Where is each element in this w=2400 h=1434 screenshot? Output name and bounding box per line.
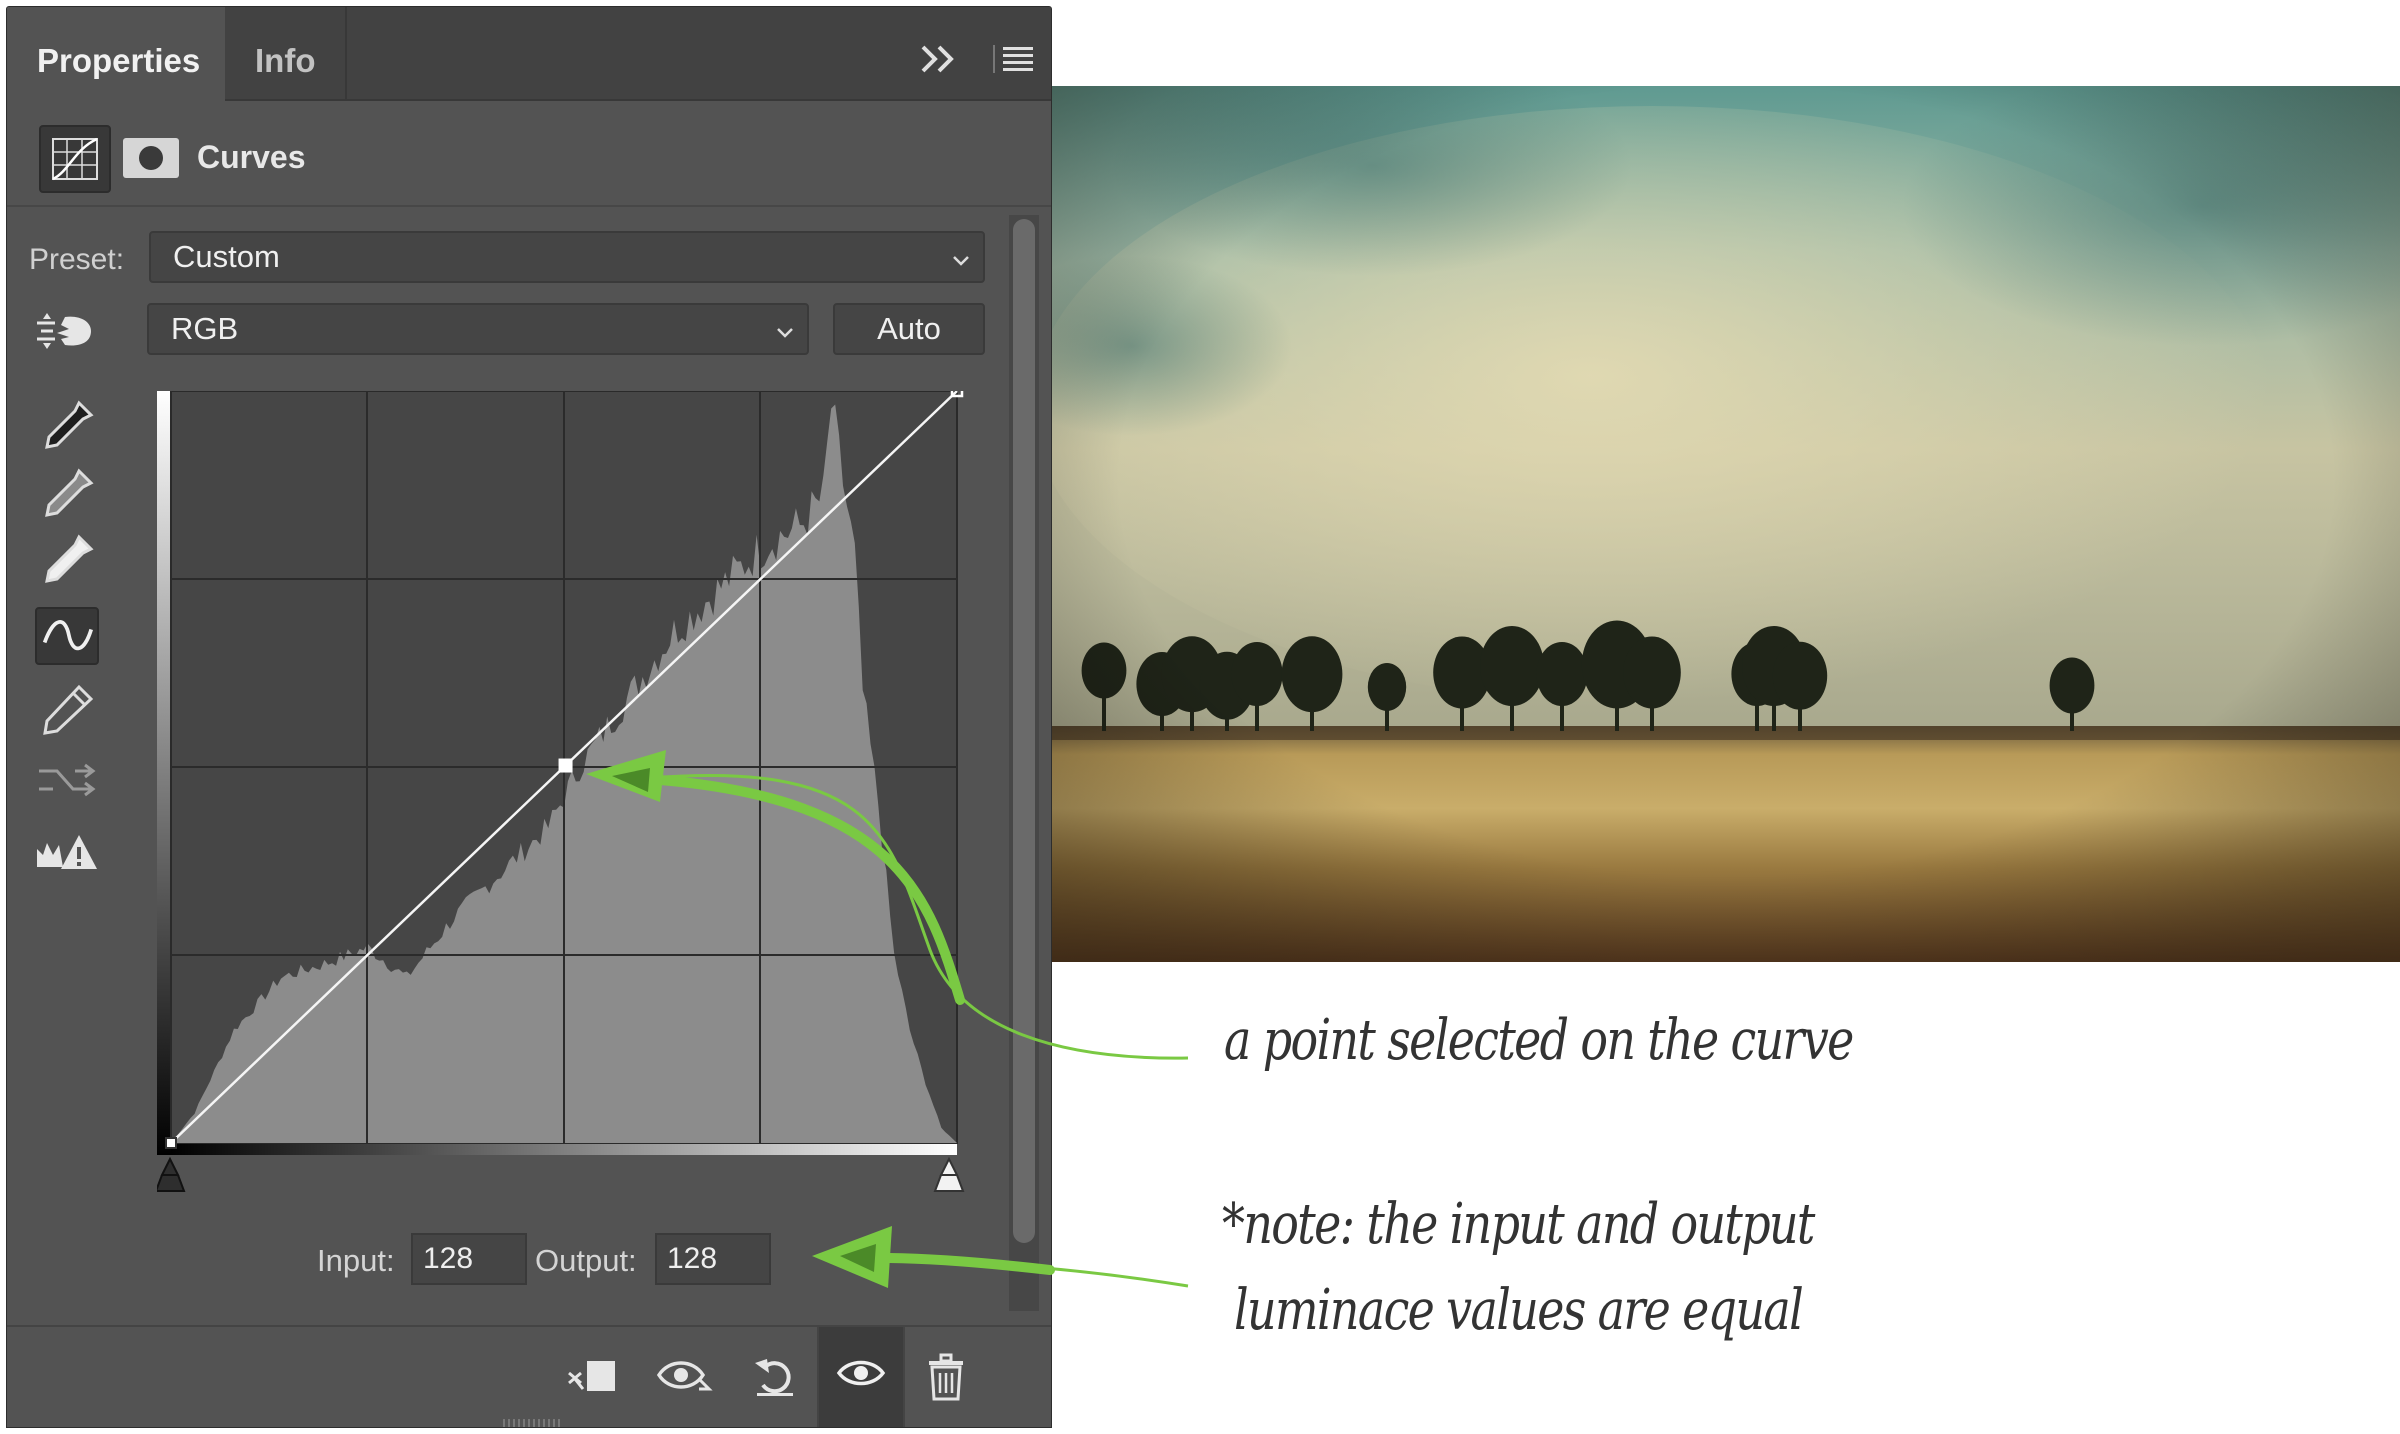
input-gradient-bar [171,1143,957,1155]
chevron-down-icon [777,328,793,338]
curve-points-icon[interactable] [35,607,99,665]
sample-gray-eyedropper-icon[interactable] [35,463,99,521]
curve-point-annotation: a point selected on the curve [1224,1008,1854,1073]
eye-icon [836,1360,886,1386]
output-label: Output: [535,1243,637,1278]
collapse-icon[interactable] [919,41,959,77]
tab-properties[interactable]: Properties [7,7,225,101]
curves-adjustment-icon[interactable] [39,125,111,193]
preset-value: Custom [173,239,280,274]
adjustment-header: Curves [7,101,1051,207]
white-point-slider[interactable] [933,1156,965,1192]
auto-button[interactable]: Auto [833,303,985,355]
input-label: Input: [317,1243,395,1278]
view-previous-state-icon[interactable] [655,1349,713,1405]
channel-value: RGB [171,311,239,346]
channel-dropdown[interactable]: RGB [147,303,809,355]
clipping-warning-icon[interactable] [35,825,99,883]
pencil-icon[interactable] [35,679,99,737]
panel-footer [7,1325,1051,1427]
clip-to-layer-icon[interactable] [563,1349,621,1405]
targeted-adjustment-icon[interactable] [35,309,97,353]
scrollbar-thumb[interactable] [1013,219,1035,1243]
sample-white-eyedropper-icon[interactable] [35,529,99,587]
chevron-down-icon [953,256,969,266]
landscape-photo [1052,86,2400,962]
black-point-slider[interactable] [157,1156,186,1192]
resize-grip[interactable] [503,1419,563,1427]
io-note-line-2: luminace values are equal [1234,1278,1804,1343]
panel-title: Curves [197,139,306,175]
preset-label: Preset: [29,243,125,276]
curves-graph[interactable] [157,391,977,1211]
delete-icon[interactable] [917,1349,975,1405]
sample-black-eyedropper-icon[interactable] [35,395,99,453]
panel-tab-bar: Properties Info [7,7,1051,101]
io-note-line-1: *note: the input and output [1222,1192,1815,1257]
selected-curve-point[interactable] [558,758,573,773]
output-field[interactable]: 128 [655,1233,771,1285]
layer-mask-icon[interactable] [123,138,179,178]
output-gradient-bar [157,391,171,1155]
tab-info[interactable]: Info [225,7,347,101]
input-field[interactable]: 128 [411,1233,527,1285]
properties-panel: Properties Info Curves Preset: Custom RG… [6,6,1052,1428]
reset-icon[interactable] [747,1349,805,1405]
panel-menu-icon[interactable] [993,45,1033,73]
smooth-curve-icon[interactable] [35,751,99,809]
curve-endpoint-black[interactable] [165,1137,177,1149]
preset-dropdown[interactable]: Custom [149,231,985,283]
toggle-visibility-button[interactable] [817,1327,905,1427]
